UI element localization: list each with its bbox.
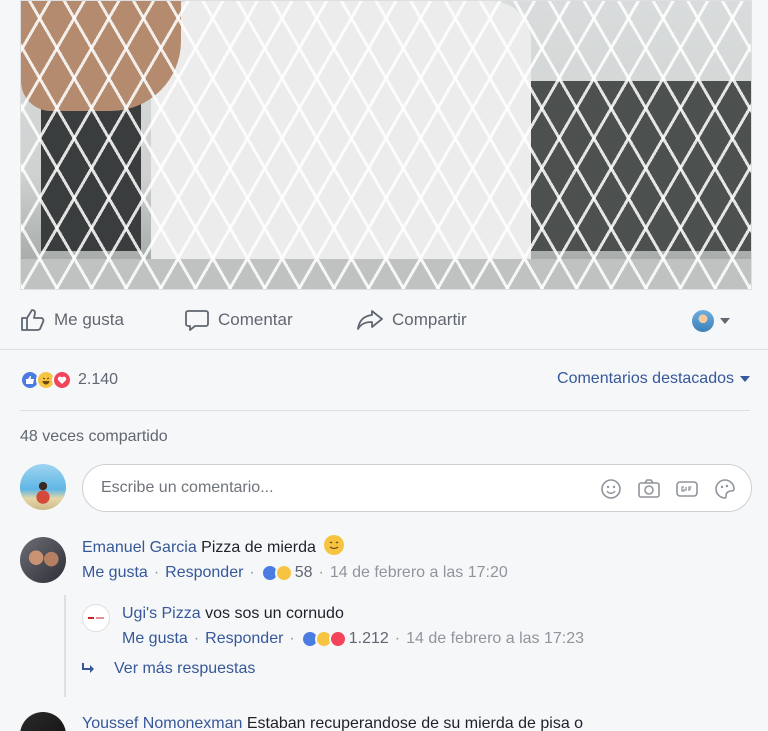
comment-body: Emanuel Garcia Pizza de mierda Me gusta … xyxy=(82,535,508,586)
comment-like-link[interactable]: Me gusta xyxy=(122,626,188,652)
post-photo[interactable] xyxy=(20,0,752,290)
comment-text: Pizza de mierda xyxy=(201,539,316,556)
avatar[interactable] xyxy=(20,537,66,583)
comment-reaction-count[interactable]: 1.212 xyxy=(349,626,389,652)
comment-body: Youssef Nomonexman Estaban recuperandose… xyxy=(82,712,583,731)
divider xyxy=(20,410,750,411)
comment-meta: Me gusta · Responder · 1.212 · 14 de feb… xyxy=(122,626,584,652)
more-replies-link[interactable]: Ver más respuestas xyxy=(80,660,255,678)
avatar xyxy=(692,310,714,332)
more-replies-label: Ver más respuestas xyxy=(114,660,256,677)
comment-timestamp[interactable]: 14 de febrero a las 17:23 xyxy=(406,626,584,652)
smiling-emoji-icon xyxy=(324,535,345,555)
like-label: Me gusta xyxy=(54,310,124,329)
comment-meta: Me gusta · Responder · 58 · 14 de febrer… xyxy=(82,560,508,586)
separator-dot: · xyxy=(318,564,324,581)
reaction-count[interactable]: 2.140 xyxy=(78,371,118,389)
comment-reply-link[interactable]: Responder xyxy=(205,626,283,652)
like-button[interactable]: Me gusta xyxy=(20,308,124,332)
separator-dot: · xyxy=(289,630,295,647)
comment-input-box xyxy=(82,464,752,512)
comment-input[interactable] xyxy=(101,475,561,501)
comment-text-line: Ugi's Pizza vos sos un cornudo xyxy=(122,602,584,626)
reactions-summary: 2.140 Comentarios destacados xyxy=(20,368,750,392)
separator-dot: · xyxy=(394,630,401,647)
comment-body: Ugi's Pizza vos sos un cornudo Me gusta … xyxy=(122,602,584,652)
share-count[interactable]: 48 veces compartido xyxy=(20,428,168,446)
emoji-icon[interactable] xyxy=(599,477,623,501)
chevron-down-icon xyxy=(720,318,730,324)
photo-mesh-fence xyxy=(21,1,751,289)
comment-text-line: Emanuel Garcia Pizza de mierda xyxy=(82,535,508,560)
comment-reply-link[interactable]: Responder xyxy=(165,560,243,586)
composer-tools xyxy=(599,477,737,501)
comment-author[interactable]: Ugi's Pizza xyxy=(122,605,201,622)
comment-like-link[interactable]: Me gusta xyxy=(82,560,148,586)
comment-reaction-count[interactable]: 58 xyxy=(295,560,313,586)
comment-label: Comentar xyxy=(218,310,293,329)
comment-composer xyxy=(20,462,752,514)
avatar[interactable] xyxy=(20,464,66,510)
love-reaction-icon[interactable] xyxy=(52,370,72,390)
separator-dot: · xyxy=(193,630,200,647)
post-action-bar: Me gusta Comentar Compartir xyxy=(0,290,768,350)
gif-icon[interactable] xyxy=(675,477,699,501)
comment-timestamp[interactable]: 14 de febrero a las 17:20 xyxy=(330,560,508,586)
react-as-selector[interactable] xyxy=(692,310,730,332)
comment-sort-dropdown[interactable]: Comentarios destacados xyxy=(557,370,750,388)
comment-button[interactable]: Comentar xyxy=(184,308,293,332)
share-label: Compartir xyxy=(392,310,467,329)
comment-bubble-icon xyxy=(185,310,209,331)
love-reaction-icon xyxy=(328,630,347,648)
comment-reactions[interactable] xyxy=(260,564,293,582)
chevron-down-icon xyxy=(740,376,750,382)
separator-dot: · xyxy=(153,564,160,581)
comment-author[interactable]: Emanuel Garcia xyxy=(82,539,197,556)
thumbs-up-icon xyxy=(21,309,45,331)
pizza-logo-icon xyxy=(88,617,104,619)
comment-reactions[interactable] xyxy=(300,630,347,648)
separator-dot: · xyxy=(249,564,255,581)
reply-arrow-icon xyxy=(82,663,94,673)
avatar[interactable] xyxy=(20,712,66,731)
haha-reaction-icon xyxy=(274,564,293,582)
comment-text: vos sos un cornudo xyxy=(205,605,344,622)
reply-thread-line xyxy=(64,595,66,697)
comment-author[interactable]: Youssef Nomonexman xyxy=(82,715,242,731)
sticker-icon[interactable] xyxy=(713,477,737,501)
comment-text: Estaban recuperandose de su mierda de pi… xyxy=(246,715,584,731)
sort-label: Comentarios destacados xyxy=(557,370,734,387)
camera-icon[interactable] xyxy=(637,477,661,501)
avatar[interactable] xyxy=(82,604,110,632)
comment-text-line: Youssef Nomonexman Estaban recuperandose… xyxy=(82,712,583,731)
share-arrow-icon xyxy=(357,310,383,330)
share-button[interactable]: Compartir xyxy=(356,308,467,332)
